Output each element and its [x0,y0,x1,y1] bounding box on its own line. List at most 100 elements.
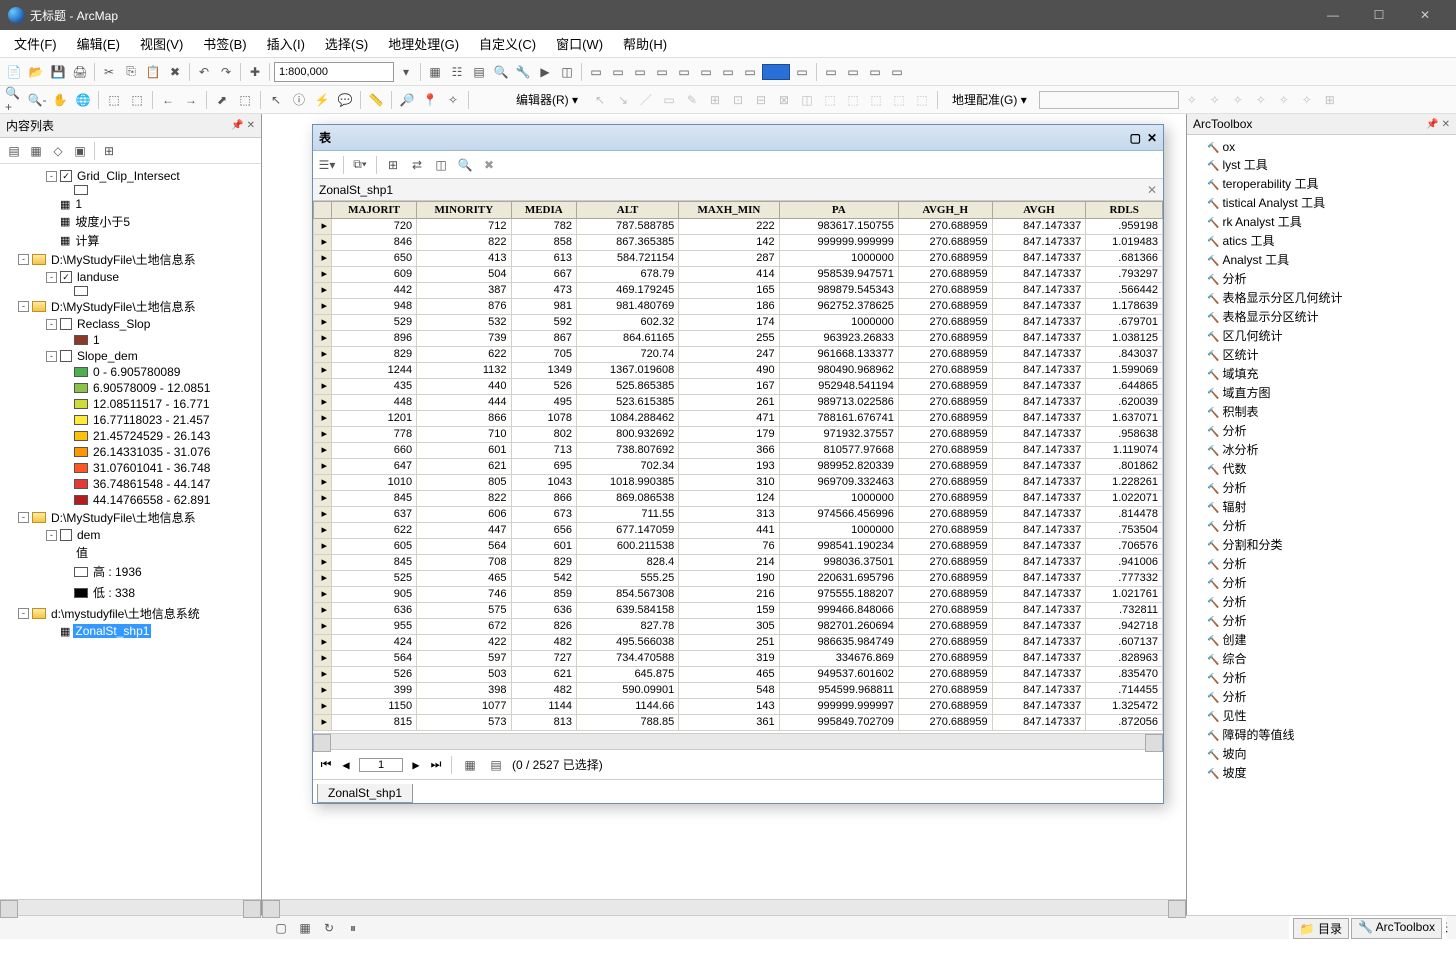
row-header[interactable]: ▸ [314,475,332,491]
cell[interactable]: 847.147337 [992,443,1086,459]
row-header[interactable]: ▸ [314,507,332,523]
cell[interactable]: 847.147337 [992,219,1086,235]
cell[interactable]: 702.34 [576,459,678,475]
cell[interactable]: 1.119074 [1086,443,1163,459]
cell[interactable]: 667 [511,267,576,283]
row-header[interactable]: ▸ [314,699,332,715]
menu-item[interactable]: 自定义(C) [469,30,546,57]
cell[interactable]: .942718 [1086,619,1163,635]
misc-icon[interactable]: ▭ [630,62,650,82]
cell[interactable]: 270.688959 [898,459,992,475]
toolbox-item[interactable]: Analyst 工具 [1189,250,1454,269]
row-header[interactable]: ▸ [314,587,332,603]
cell[interactable]: 270.688959 [898,475,992,491]
cell[interactable]: 847.147337 [992,667,1086,683]
misc-icon[interactable]: ▭ [718,62,738,82]
cell[interactable]: .814478 [1086,507,1163,523]
cell[interactable]: .620039 [1086,395,1163,411]
cell[interactable]: 847.147337 [992,459,1086,475]
toc-label[interactable]: 12.08511517 - 16.771 [91,397,212,411]
table-row[interactable]: ▸829622705720.74247961668.133377270.6889… [314,347,1163,363]
minimize-button[interactable]: — [1310,0,1356,30]
map-area[interactable]: 表 ▢ ✕ ☰▾ ⧉▾ ⊞ ⇄ ◫ 🔍 ✖ ZonalSt_shp1 ✕ [262,114,1186,915]
cell[interactable]: 778 [332,427,417,443]
cell[interactable]: 361 [679,715,779,731]
cell[interactable]: 847.147337 [992,571,1086,587]
column-header[interactable]: ALT [576,202,678,219]
cell[interactable]: 482 [511,683,576,699]
toc-label[interactable]: 值 [74,544,90,561]
cell[interactable]: 710 [417,427,511,443]
cell[interactable]: 711.55 [576,507,678,523]
delete-sel-icon[interactable]: ✖ [479,155,499,175]
cell[interactable]: 179 [679,427,779,443]
toolbox-item[interactable]: 障碍的等值线 [1189,725,1454,744]
cell[interactable]: 805 [417,475,511,491]
hyperlink-icon[interactable]: ⚡ [312,90,332,110]
toolbox-item[interactable]: 分析 [1189,592,1454,611]
table-hscroll[interactable] [313,733,1163,749]
misc-icon[interactable]: ▭ [792,62,812,82]
save-icon[interactable]: 💾 [48,62,68,82]
toc-node[interactable]: 26.14331035 - 31.076 [0,444,261,460]
column-header[interactable]: PA [779,202,898,219]
cell[interactable]: 159 [679,603,779,619]
cell[interactable]: .706576 [1086,539,1163,555]
toolbox-item[interactable]: 积制表 [1189,402,1454,421]
row-header[interactable]: ▸ [314,315,332,331]
toc-label[interactable]: 21.45724529 - 26.143 [91,429,212,443]
arctoolbox-tab[interactable]: 🔧 ArcToolbox [1351,918,1442,939]
cell[interactable]: 905 [332,587,417,603]
table-row[interactable]: ▸660601713738.807692366810577.97668270.6… [314,443,1163,459]
new-icon[interactable]: 📄 [4,62,24,82]
row-header[interactable]: ▸ [314,635,332,651]
cell[interactable]: 636 [511,603,576,619]
toolbox-item[interactable]: 分析 [1189,668,1454,687]
cell[interactable]: 847.147337 [992,619,1086,635]
dropdown-icon[interactable]: ▾ [396,62,416,82]
last-record-icon[interactable]: ⏭ [429,757,443,772]
cell[interactable]: 473 [511,283,576,299]
cell[interactable]: 442 [332,283,417,299]
record-position-input[interactable] [359,758,403,772]
identify-icon[interactable]: ⓘ [289,90,309,110]
goto-xy-icon[interactable]: ✧ [443,90,463,110]
cell[interactable]: 826 [511,619,576,635]
data-view-icon[interactable]: ▢ [271,918,291,938]
catalog-icon[interactable]: ▤ [469,62,489,82]
column-header[interactable]: MINORITY [417,202,511,219]
toc-label[interactable]: 计算 [73,232,101,249]
cell[interactable]: .777332 [1086,571,1163,587]
cell[interactable]: 708 [417,555,511,571]
cell[interactable]: 601 [511,539,576,555]
cell[interactable]: .793297 [1086,267,1163,283]
cell[interactable]: 727 [511,651,576,667]
toc-node[interactable]: ▦1 [0,196,261,212]
cell[interactable]: 305 [679,619,779,635]
expand-icon[interactable]: - [18,254,29,265]
row-header[interactable]: ▸ [314,715,332,731]
toc-label[interactable]: Reclass_Slop [75,317,152,331]
zoom-in-icon[interactable]: 🔍+ [4,90,24,110]
cell[interactable]: 440 [417,379,511,395]
cell[interactable]: 214 [679,555,779,571]
forward-icon[interactable]: → [181,90,201,110]
toc-label[interactable]: dem [75,528,102,542]
cell[interactable]: 495 [511,395,576,411]
cell[interactable]: 746 [417,587,511,603]
cell[interactable]: 827.78 [576,619,678,635]
cell[interactable]: 847.147337 [992,267,1086,283]
cell[interactable]: .681366 [1086,251,1163,267]
cell[interactable]: 270.688959 [898,619,992,635]
cell[interactable]: 845 [332,491,417,507]
cell[interactable]: 270.688959 [898,571,992,587]
cell[interactable]: 605 [332,539,417,555]
misc-icon[interactable]: ▭ [652,62,672,82]
cell[interactable]: 532 [417,315,511,331]
table-row[interactable]: ▸948876981981.480769186962752.378625270.… [314,299,1163,315]
cell[interactable]: .566442 [1086,283,1163,299]
toolbox-item[interactable]: 分析 [1189,573,1454,592]
layer-checkbox[interactable] [60,318,72,330]
table-row[interactable]: ▸526503621645.875465949537.601602270.688… [314,667,1163,683]
menu-item[interactable]: 编辑(E) [67,30,130,57]
